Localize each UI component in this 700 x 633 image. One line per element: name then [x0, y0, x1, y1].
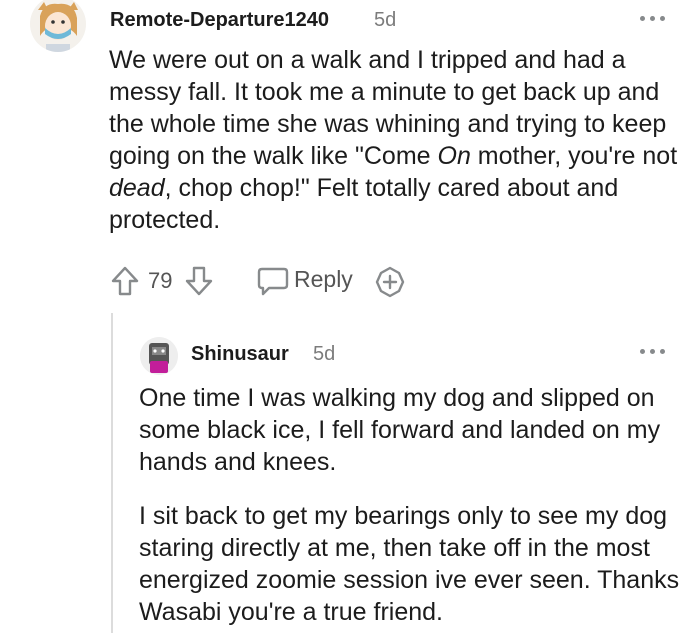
downvote-icon[interactable] [184, 265, 214, 297]
reply-paragraph: One time I was walking my dog and slippe… [139, 384, 661, 476]
comment-body-emphasis-on: On [437, 142, 471, 170]
reply-username[interactable]: Shinusaur [191, 343, 289, 366]
reply-more-options-icon[interactable] [640, 349, 666, 357]
reply-avatar[interactable] [140, 337, 178, 375]
comment-body-text-mid: mother, you're not [470, 142, 678, 170]
comment-body: We were out on a walk and I tripped and … [109, 44, 689, 236]
reply-avatar-image [140, 337, 178, 375]
comment-body-emphasis-dead: dead [109, 174, 165, 202]
more-options-icon[interactable] [640, 16, 666, 24]
comment-body-text-end: , chop chop!" Felt totally cared about a… [109, 174, 619, 234]
reply-timestamp: 5d [313, 343, 336, 365]
reply-button[interactable]: Reply [294, 266, 353, 293]
thread-line[interactable] [111, 313, 113, 633]
upvote-icon[interactable] [110, 265, 140, 297]
award-icon[interactable] [375, 266, 405, 298]
avatar-image [30, 0, 86, 52]
comment-username[interactable]: Remote-Departure1240 [110, 9, 329, 32]
comment-actions: 79 Reply [110, 263, 430, 299]
vote-count: 79 [148, 268, 173, 293]
reply-paragraph: I sit back to get my bearings only to se… [139, 502, 680, 626]
reply-icon[interactable] [256, 266, 290, 296]
avatar[interactable] [30, 0, 86, 52]
comment-timestamp: 5d [374, 9, 397, 31]
